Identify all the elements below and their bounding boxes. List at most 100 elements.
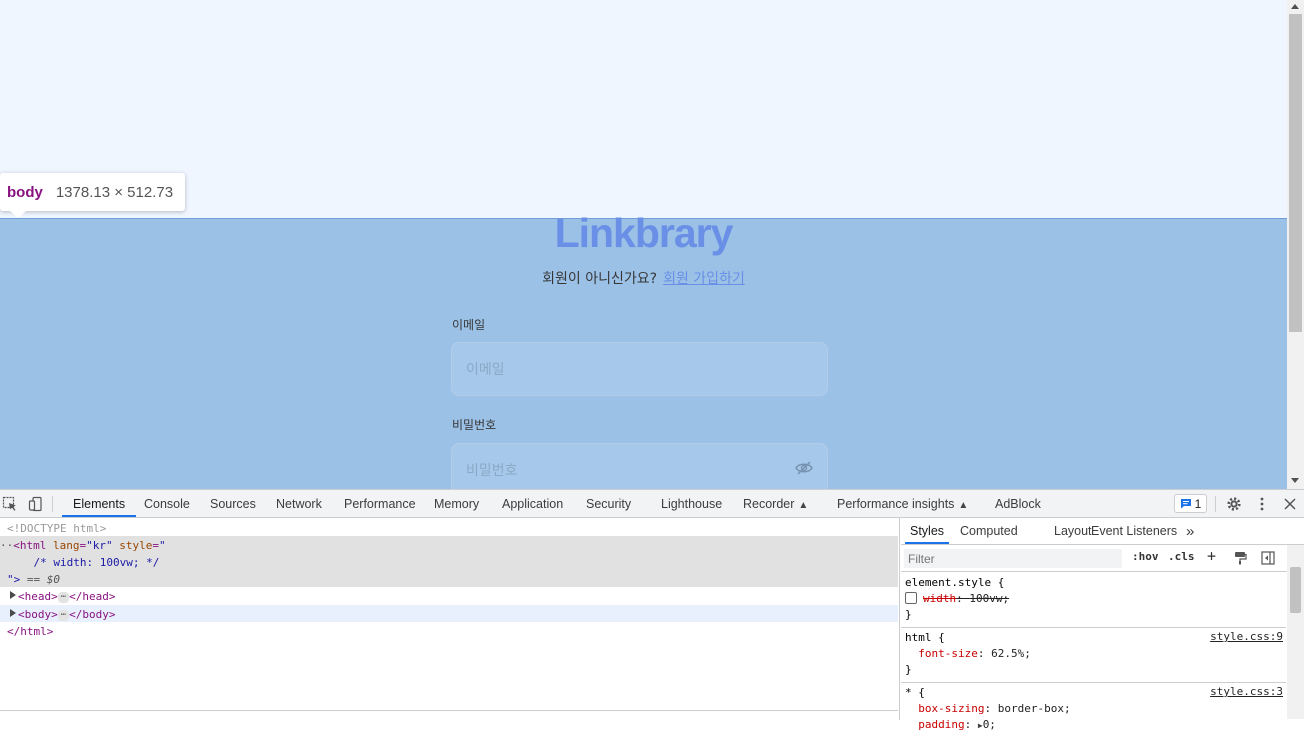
expand-triangle-icon[interactable] — [10, 591, 16, 599]
styles-filter-input[interactable] — [904, 549, 1122, 568]
issues-badge[interactable]: 1 — [1174, 494, 1207, 513]
scrollbar-thumb[interactable] — [1289, 14, 1302, 332]
property-name: font-size — [918, 647, 978, 660]
more-tabs-chevron-icon[interactable]: » — [1181, 518, 1199, 544]
site-logo[interactable]: Linkbrary — [0, 210, 1287, 257]
tab-console[interactable]: Console — [133, 490, 201, 517]
tab-security[interactable]: Security — [575, 490, 642, 517]
collapsed-ellipsis[interactable]: ⋯ — [57, 610, 70, 621]
lang-attr-name: lang — [53, 539, 80, 552]
toggle-sidebar-icon[interactable] — [1261, 551, 1275, 565]
scrollbar-thumb[interactable] — [1290, 567, 1301, 613]
property-name: box-sizing — [918, 702, 985, 715]
tab-lighthouse[interactable]: Lighthouse — [650, 490, 733, 517]
collapsed-ellipsis[interactable]: ⋯ — [57, 592, 70, 603]
password-placeholder: 비밀번호 — [466, 463, 518, 479]
scroll-down-arrow-icon[interactable] — [1291, 478, 1299, 483]
email-label: 이메일 — [452, 318, 486, 332]
experimental-flask-icon: ▲ — [958, 500, 969, 511]
lang-attr-value: "kr" — [86, 539, 113, 552]
property-value: 0; — [982, 718, 996, 731]
devtools-panel: Elements Console Sources Network Perform… — [0, 489, 1304, 731]
rule-close-brace: } — [905, 663, 912, 676]
tab-computed[interactable]: Computed — [955, 518, 1023, 544]
email-placeholder: 이메일 — [466, 362, 505, 378]
element-inspect-tooltip: body 1378.13 × 512.73 — [0, 173, 186, 218]
style-declaration[interactable]: font-size: 62.5%; — [905, 646, 1282, 662]
toolbar-separator — [1215, 496, 1216, 512]
html-close-tag: </html> — [7, 625, 54, 638]
declaration-checkbox[interactable] — [905, 592, 917, 604]
tab-recorder-label: Recorder — [743, 497, 795, 511]
html-style-rule[interactable]: style.css:9 html { font-size: 62.5%; } — [901, 628, 1286, 683]
issues-count: 1 — [1194, 496, 1202, 511]
inspect-element-icon[interactable] — [2, 496, 18, 512]
devtools-tabbar: Elements Console Sources Network Perform… — [0, 490, 1304, 518]
hover-state-toggle[interactable]: :hov — [1132, 550, 1159, 563]
property-name: width — [923, 592, 957, 605]
doctype-node[interactable]: <!DOCTYPE html> — [7, 520, 905, 537]
tab-styles[interactable]: Styles — [905, 518, 950, 544]
styles-filter-row: :hov .cls + — [901, 545, 1291, 572]
element-style-rule[interactable]: element.style { width: 100vw; } — [901, 573, 1286, 628]
style-declaration[interactable]: box-sizing: border-box; — [905, 701, 1282, 717]
tab-adblock[interactable]: AdBlock — [984, 490, 1052, 517]
tab-recorder[interactable]: Recorder ▲ — [732, 490, 819, 517]
html-close-node[interactable]: </html> — [7, 623, 905, 640]
expand-triangle-icon[interactable] — [10, 609, 16, 617]
styles-scrollbar[interactable] — [1287, 545, 1304, 719]
styles-tabbar: Styles Computed Layout Event Listeners » — [901, 518, 1304, 545]
style-rules-list: element.style { width: 100vw; } style.cs… — [901, 573, 1286, 737]
class-toggle[interactable]: .cls — [1168, 550, 1195, 563]
head-close-tag: </head> — [69, 590, 116, 603]
password-label: 비밀번호 — [452, 418, 497, 432]
close-devtools-icon[interactable] — [1282, 496, 1298, 512]
new-style-rule-icon[interactable]: + — [1207, 547, 1216, 565]
tab-memory[interactable]: Memory — [423, 490, 490, 517]
settings-gear-icon[interactable] — [1226, 496, 1242, 512]
tab-event-listeners[interactable]: Event Listeners — [1086, 518, 1182, 544]
property-name: padding — [918, 718, 965, 731]
page-viewport: Linkbrary 회원이 아니신가요? 회원 가입하기 이메일 이메일 비밀번호… — [0, 0, 1287, 489]
universal-style-rule[interactable]: style.css:3 * { box-sizing: border-box; … — [901, 683, 1286, 737]
signup-prompt: 회원이 아니신가요? — [542, 271, 658, 287]
toolbar-separator — [52, 496, 53, 512]
rule-source-link[interactable]: style.css:9 — [1210, 630, 1283, 643]
head-node[interactable]: <head> ⋯ </head> — [10, 588, 908, 605]
signup-link[interactable]: 회원 가입하기 — [663, 271, 745, 287]
styles-sidebar: Styles Computed Layout Event Listeners »… — [901, 518, 1304, 731]
style-attr-close: "> — [7, 573, 21, 586]
tab-performance-insights[interactable]: Performance insights ▲ — [826, 490, 979, 517]
viewport-scrollbar[interactable] — [1287, 0, 1304, 489]
html-open-tag: <html — [13, 539, 47, 552]
tab-elements[interactable]: Elements — [62, 490, 137, 517]
signup-prompt-row: 회원이 아니신가요? 회원 가입하기 — [0, 268, 1287, 288]
html-node[interactable]: ··<html lang="kr" style=" — [0, 537, 898, 554]
body-node[interactable]: <body> ⋯ </body> — [10, 606, 908, 623]
rule-source-link[interactable]: style.css:3 — [1210, 685, 1283, 698]
head-open-tag: <head> — [18, 590, 58, 603]
password-field[interactable]: 비밀번호 — [451, 443, 828, 489]
style-declaration[interactable]: width: 100vw; — [905, 591, 1282, 607]
tooltip-arrow — [10, 211, 26, 218]
doctype-text: <!DOCTYPE html> — [7, 522, 107, 535]
eye-off-icon[interactable] — [795, 460, 813, 476]
style-declaration[interactable]: padding: ▶0; — [905, 717, 1282, 733]
html-style-close-line: "> == $0 — [7, 571, 905, 588]
elements-tree: <!DOCTYPE html> ··<html lang="kr" style=… — [0, 518, 900, 720]
tab-application[interactable]: Application — [491, 490, 574, 517]
device-toolbar-icon[interactable] — [28, 496, 44, 512]
style-attr-open: " — [159, 539, 166, 552]
email-field[interactable]: 이메일 — [451, 342, 828, 396]
issues-message-icon — [1180, 499, 1191, 509]
scroll-up-arrow-icon[interactable] — [1291, 4, 1299, 9]
more-options-icon[interactable] — [1254, 496, 1270, 512]
tab-performance-insights-label: Performance insights — [837, 497, 955, 511]
rule-selector: element.style { — [905, 576, 1005, 589]
tab-network[interactable]: Network — [265, 490, 333, 517]
tab-performance[interactable]: Performance — [333, 490, 427, 517]
paint-roller-icon[interactable] — [1233, 551, 1247, 565]
html-style-comment-line: /* width: 100vw; */ — [7, 554, 905, 571]
tab-sources[interactable]: Sources — [199, 490, 267, 517]
tooltip-tag-name: body — [7, 183, 43, 201]
